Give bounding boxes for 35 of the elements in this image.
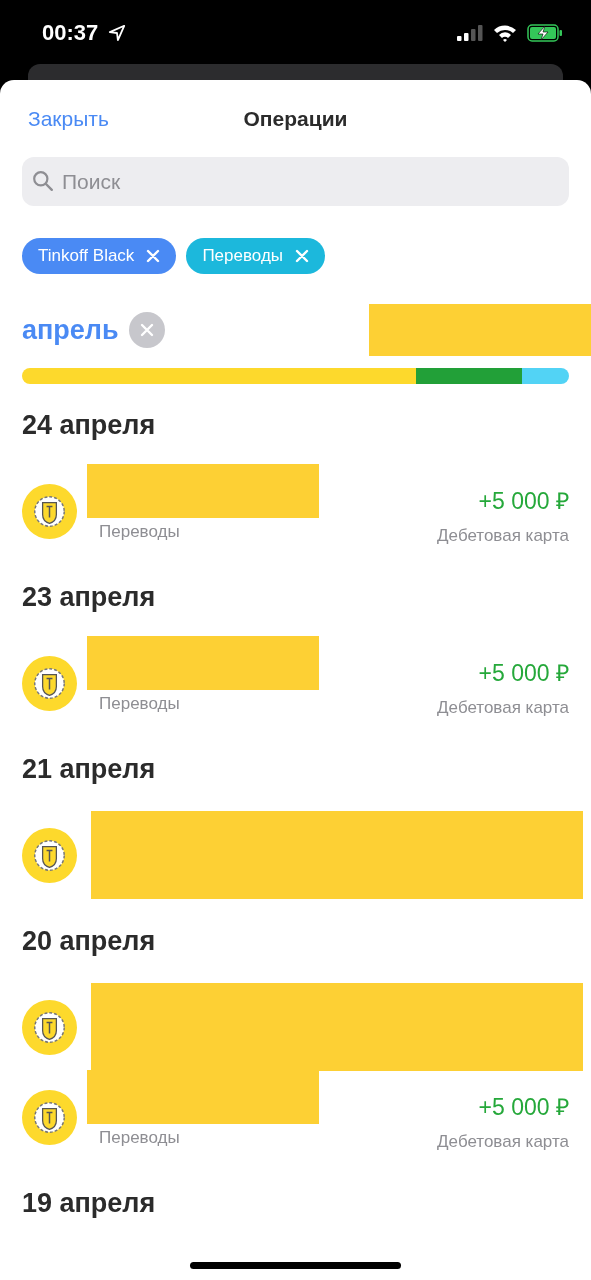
operation-category: Переводы xyxy=(98,1128,181,1148)
operation-category: Переводы xyxy=(98,694,181,714)
close-icon xyxy=(295,249,310,263)
account-name: Дебетовая карта xyxy=(437,698,569,718)
emblem-icon xyxy=(22,827,77,883)
wifi-icon xyxy=(493,24,517,42)
filter-chip[interactable]: Переводы xyxy=(186,238,326,274)
close-icon xyxy=(139,323,154,337)
date-heading: 24 апреля xyxy=(22,408,157,442)
battery-charging-icon xyxy=(527,24,563,42)
location-arrow-icon xyxy=(108,24,127,42)
emblem-icon xyxy=(22,483,77,539)
signal-icon xyxy=(457,25,483,41)
emblem-icon xyxy=(22,1089,77,1145)
close-icon xyxy=(146,249,161,263)
operation-amount: +5 000 ₽ xyxy=(478,659,569,688)
status-time: 00:37 xyxy=(42,20,99,46)
date-heading: 19 апреля xyxy=(22,1186,157,1220)
search-field[interactable]: Поиск xyxy=(22,157,569,206)
clear-period-button[interactable] xyxy=(128,312,165,348)
account-name: Дебетовая карта xyxy=(437,526,569,546)
operation-category: Переводы xyxy=(98,522,181,542)
search-icon xyxy=(32,170,54,192)
operation-amount: +5 000 ₽ xyxy=(478,1093,569,1122)
screen-title: Операции xyxy=(243,106,348,131)
period-label: апрель xyxy=(22,314,119,346)
date-heading: 20 апреля xyxy=(22,924,157,958)
filter-chip[interactable]: Tinkoff Black xyxy=(22,238,177,274)
date-heading: 21 апреля xyxy=(22,752,157,786)
account-name: Дебетовая карта xyxy=(437,1132,569,1152)
emblem-icon xyxy=(22,999,77,1055)
date-heading: 23 апреля xyxy=(22,580,157,614)
emblem-icon xyxy=(22,655,77,711)
operation-amount: +5 000 ₽ xyxy=(478,487,569,516)
close-button[interactable]: Закрыть xyxy=(22,106,109,131)
